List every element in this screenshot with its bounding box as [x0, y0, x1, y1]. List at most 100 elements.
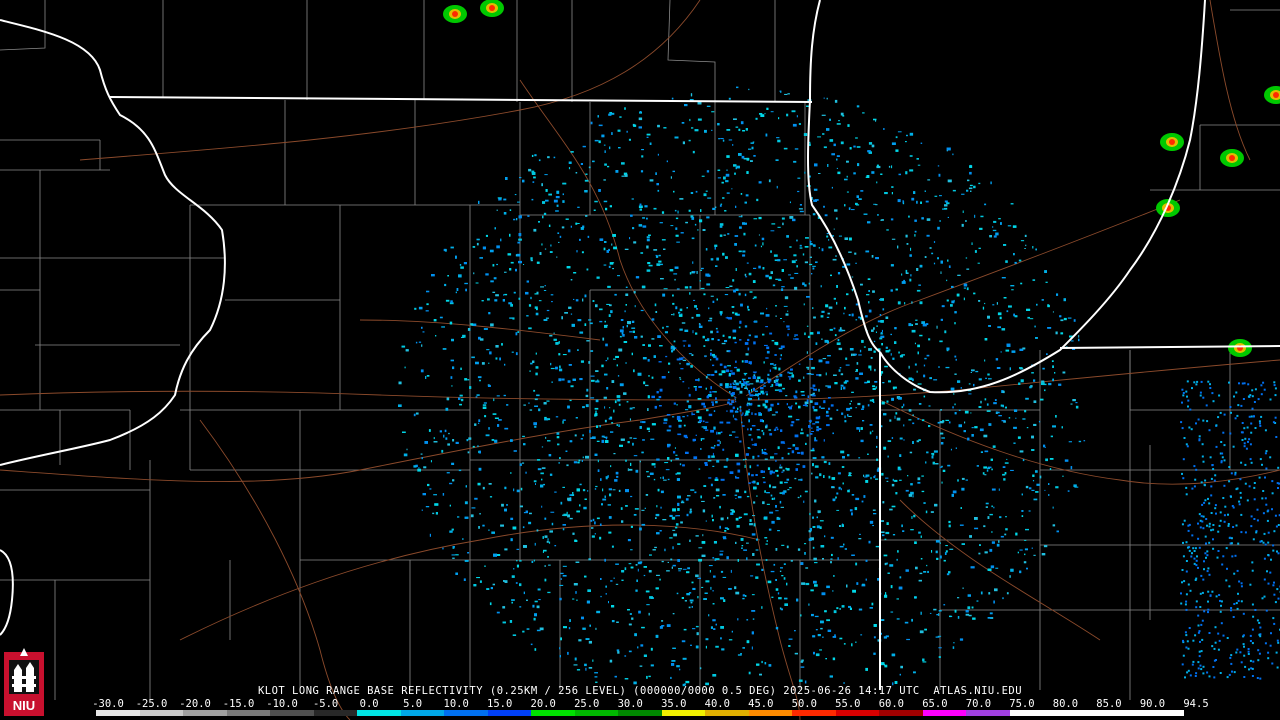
- echo-pixel: [955, 447, 957, 449]
- echo-pixel: [751, 481, 755, 484]
- echo-pixel: [769, 332, 773, 335]
- echo-pixel: [682, 416, 685, 418]
- echo-pixel: [1226, 637, 1229, 639]
- echo-pixel: [425, 376, 427, 379]
- echo-pixel: [873, 118, 877, 121]
- echo-pixel: [1239, 496, 1242, 499]
- echo-pixel: [1259, 626, 1262, 629]
- echo-pixel: [1248, 415, 1251, 418]
- echo-pixel: [968, 614, 972, 617]
- echo-pixel: [908, 323, 912, 327]
- echo-pixel: [992, 229, 997, 232]
- echo-pixel: [1201, 443, 1204, 446]
- echo-pixel: [543, 483, 545, 486]
- echo-pixel: [686, 400, 689, 403]
- echo-pixel: [630, 525, 633, 528]
- echo-pixel: [491, 531, 495, 534]
- echo-pixel: [851, 313, 854, 317]
- echo-pixel: [917, 481, 921, 484]
- echo-pixel: [941, 465, 943, 468]
- echo-pixel: [609, 304, 612, 307]
- echo-pixel: [479, 257, 483, 259]
- echo-pixel: [880, 662, 885, 666]
- echo-pixel: [715, 357, 719, 361]
- echo-pixel: [576, 669, 581, 671]
- echo-pixel: [513, 218, 516, 221]
- echo-pixel: [712, 391, 715, 393]
- echo-pixel: [656, 505, 658, 508]
- echo-pixel: [755, 393, 758, 396]
- echo-pixel: [831, 486, 834, 487]
- echo-pixel: [735, 382, 739, 386]
- echo-pixel: [690, 365, 693, 368]
- echo-pixel: [1214, 504, 1217, 507]
- echo-pixel: [476, 242, 479, 246]
- echo-pixel: [814, 615, 819, 618]
- echo-pixel: [795, 402, 798, 405]
- echo-pixel: [1221, 456, 1224, 459]
- echo-pixel: [887, 440, 892, 442]
- echo-pixel: [1025, 244, 1027, 247]
- echo-pixel: [628, 138, 631, 141]
- echo-pixel: [567, 380, 571, 383]
- echo-pixel: [679, 378, 682, 380]
- echo-pixel: [639, 426, 642, 429]
- echo-pixel: [680, 232, 684, 234]
- echo-pixel: [672, 508, 676, 512]
- echo-pixel: [609, 262, 614, 265]
- echo-pixel: [634, 508, 639, 510]
- echo-pixel: [672, 529, 676, 531]
- echo-pixel: [1218, 639, 1221, 642]
- echo-pixel: [776, 517, 781, 520]
- echo-pixel: [470, 514, 474, 518]
- echo-pixel: [654, 466, 656, 468]
- echo-pixel: [838, 486, 841, 490]
- radar-site-marker: [736, 394, 748, 406]
- echo-pixel: [789, 406, 792, 410]
- echo-pixel: [605, 476, 608, 478]
- echo-pixel: [773, 497, 776, 500]
- echo-pixel: [562, 565, 567, 567]
- echo-pixel: [749, 383, 754, 385]
- echo-pixel: [926, 354, 930, 357]
- scale-swatch: [1140, 710, 1184, 716]
- echo-pixel: [933, 608, 937, 611]
- echo-pixel: [909, 132, 914, 136]
- echo-pixel: [544, 578, 547, 582]
- echo-pixel: [562, 486, 565, 488]
- echo-pixel: [676, 404, 678, 406]
- echo-pixel: [706, 170, 710, 173]
- echo-pixel: [992, 226, 994, 228]
- echo-pixel: [691, 127, 694, 129]
- echo-pixel: [886, 480, 889, 482]
- echo-pixel: [556, 204, 559, 207]
- echo-pixel: [1212, 666, 1215, 668]
- echo-pixel: [430, 460, 432, 463]
- echo-pixel: [818, 247, 820, 249]
- scale-swatch: [226, 710, 271, 716]
- echo-pixel: [1010, 203, 1014, 205]
- echo-pixel: [732, 406, 735, 409]
- echo-pixel: [1046, 353, 1048, 355]
- echo-pixel: [788, 415, 793, 418]
- echo-pixel: [989, 235, 992, 238]
- echo-pixel: [778, 117, 780, 120]
- echo-pixel: [724, 210, 727, 212]
- echo-pixel: [460, 398, 464, 402]
- echo-pixel: [932, 461, 935, 465]
- echo-pixel: [898, 586, 903, 590]
- echo-pixel: [751, 438, 753, 441]
- echo-pixel: [811, 472, 813, 475]
- echo-pixel: [1242, 612, 1245, 615]
- echo-pixel: [535, 312, 539, 316]
- echo-pixel: [862, 420, 865, 422]
- echo-pixel: [748, 671, 751, 675]
- echo-pixel: [739, 339, 742, 341]
- echo-pixel: [836, 607, 839, 610]
- echo-pixel: [1253, 401, 1256, 403]
- echo-pixel: [732, 386, 737, 389]
- echo-pixel: [722, 448, 725, 451]
- echo-pixel: [1230, 537, 1233, 540]
- echo-pixel: [1040, 398, 1044, 401]
- echo-pixel: [723, 537, 727, 540]
